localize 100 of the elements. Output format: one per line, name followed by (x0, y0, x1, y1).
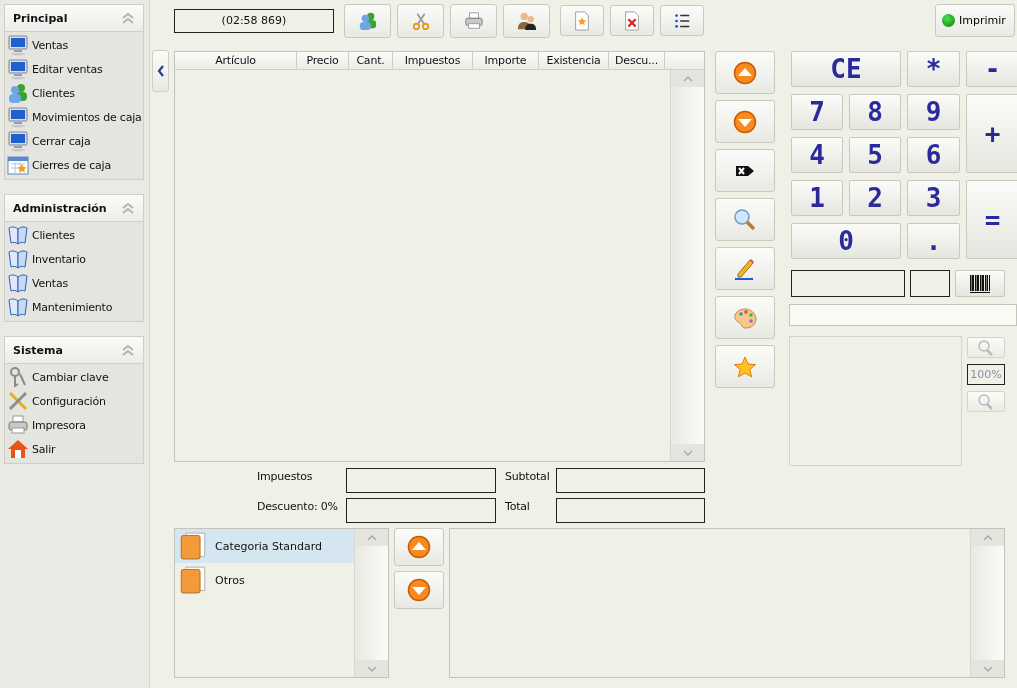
scrollbar[interactable] (970, 529, 1004, 677)
keypad-key[interactable]: 4 (791, 137, 843, 173)
barcode-button[interactable] (955, 270, 1005, 297)
scroll-up-icon (682, 75, 693, 82)
column-header[interactable]: Importe (473, 52, 539, 69)
nav-item[interactable]: Salir (7, 437, 143, 461)
book-icon (7, 224, 29, 246)
keypad-key[interactable]: = (966, 180, 1017, 259)
nav-item[interactable]: Cierres de caja (7, 153, 143, 177)
nav-item[interactable]: Cambiar clave (7, 365, 143, 389)
collapse-icon[interactable] (121, 344, 135, 356)
keypad-key[interactable]: 8 (849, 94, 901, 130)
nav-item[interactable]: Clientes (7, 223, 143, 247)
keypad-key[interactable]: 5 (849, 137, 901, 173)
panel-header[interactable]: Sistema (5, 337, 143, 364)
keypad-key[interactable]: 2 (849, 180, 901, 216)
nav-item[interactable]: Editar ventas (7, 57, 143, 81)
book-icon (7, 272, 29, 294)
total-label: Subtotal (504, 469, 551, 485)
nav-item[interactable]: Ventas (7, 33, 143, 57)
keypad-key[interactable]: * (907, 51, 960, 87)
category-item[interactable]: Otros (175, 563, 354, 597)
users-icon (357, 10, 378, 31)
panel-title: Sistema (13, 343, 63, 357)
people-icon (516, 10, 537, 31)
keypad-key[interactable]: 0 (791, 223, 901, 259)
arrow-down-icon (733, 109, 757, 134)
nav-item[interactable]: Clientes (7, 81, 143, 105)
scroll-up-icon (982, 534, 993, 541)
code-field[interactable] (791, 270, 905, 297)
nav-item[interactable]: Configuración (7, 389, 143, 413)
arrow-down-icon (407, 578, 431, 602)
users-icon (7, 82, 29, 104)
zoom-out-button[interactable] (967, 391, 1005, 412)
column-header[interactable]: Descu... (609, 52, 665, 69)
input-field[interactable] (789, 304, 1017, 326)
column-header[interactable]: Existencia (539, 52, 609, 69)
calendar-icon (7, 154, 29, 176)
move-down-button[interactable] (394, 571, 444, 609)
keypad-key[interactable]: 3 (907, 180, 960, 216)
panel-title: Principal (13, 11, 68, 25)
star-icon (733, 354, 757, 379)
collapse-icon[interactable] (121, 12, 135, 24)
nav-item[interactable]: Movimientos de caja (7, 105, 143, 129)
house-icon (7, 438, 29, 460)
keypad-key[interactable]: - (966, 51, 1017, 87)
keypad-key[interactable]: CE (791, 51, 901, 87)
monitor-icon (7, 130, 29, 152)
scrollbar[interactable] (354, 529, 388, 677)
search-icon (733, 207, 757, 232)
panel-header[interactable]: Administración (5, 195, 143, 222)
nav-item[interactable]: Ventas (7, 271, 143, 295)
keypad-key[interactable]: 6 (907, 137, 960, 173)
pencil-icon (733, 256, 757, 281)
monitor-icon (7, 106, 29, 128)
keypad-key[interactable]: 9 (907, 94, 960, 130)
printer-icon (7, 414, 29, 436)
nav-item[interactable]: Impresora (7, 413, 143, 437)
panel-header[interactable]: Principal (5, 5, 143, 32)
keypad-key[interactable]: 7 (791, 94, 843, 130)
magnifier-icon (977, 393, 995, 410)
folder-icon (179, 532, 207, 560)
action-button[interactable] (715, 149, 775, 192)
zoom-level: 100% (967, 364, 1005, 385)
folder-icon (179, 566, 207, 594)
keypad-key[interactable]: + (966, 94, 1017, 173)
document-delete-icon (622, 10, 642, 31)
palette-icon (733, 305, 757, 330)
column-header[interactable]: Artículo (175, 52, 297, 69)
scrollbar[interactable] (670, 70, 704, 461)
zoom-in-button[interactable] (967, 337, 1005, 358)
arrow-up-icon (407, 535, 431, 559)
keypad-key[interactable]: 1 (791, 180, 843, 216)
monitor-icon (7, 34, 29, 56)
scroll-down-icon (366, 665, 377, 672)
book-icon (7, 248, 29, 270)
scroll-up-icon (366, 534, 377, 541)
tools-icon (7, 390, 29, 412)
move-up-button[interactable] (394, 528, 444, 566)
column-header[interactable]: Precio (297, 52, 349, 69)
total-label: Impuestos (257, 469, 314, 485)
scroll-down-icon (982, 665, 993, 672)
nav-item[interactable]: Cerrar caja (7, 129, 143, 153)
document-star-icon (572, 10, 592, 31)
arrow-up-icon (733, 60, 757, 85)
toolbar-button[interactable] (503, 3, 550, 38)
column-header[interactable]: Cant. (349, 52, 393, 69)
collapse-icon[interactable] (121, 202, 135, 214)
keys-icon (7, 366, 29, 388)
keypad-key[interactable]: . (907, 223, 960, 259)
nav-item[interactable]: Mantenimiento (7, 295, 143, 319)
quantity-field[interactable] (909, 270, 951, 297)
book-icon (7, 296, 29, 318)
print-button[interactable]: Imprimir (935, 4, 1015, 37)
category-item[interactable]: Categoria Standard (175, 529, 354, 563)
timer-display: (02:58 869) (174, 8, 334, 33)
collapse-sidebar-button[interactable] (152, 50, 169, 92)
column-header[interactable]: Impuestos (393, 52, 473, 69)
nav-item[interactable]: Inventario (7, 247, 143, 271)
barcode-icon (969, 273, 992, 294)
